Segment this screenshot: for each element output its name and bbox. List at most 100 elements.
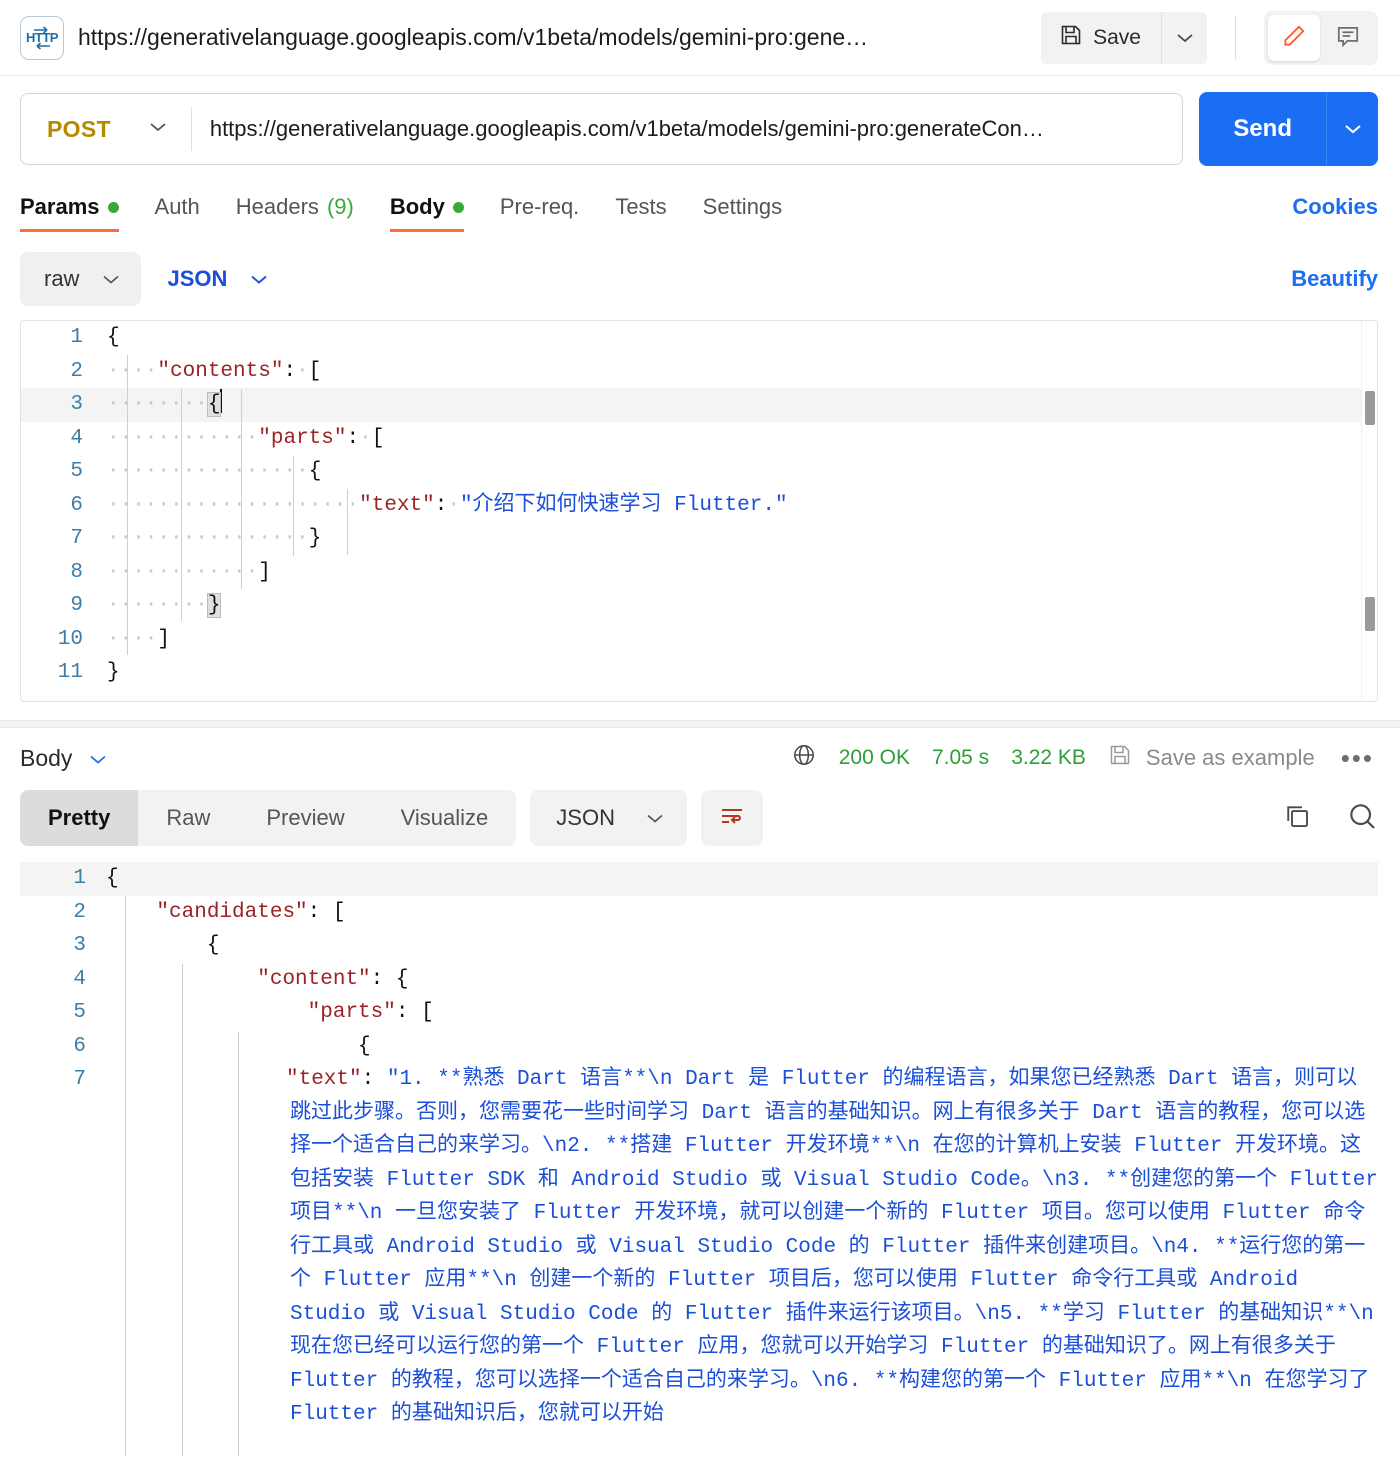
response-code-line: 2 "candidates": [ — [20, 896, 1378, 930]
code-token: "text" — [359, 493, 435, 517]
code-token: } — [308, 527, 322, 550]
response-pane-divider[interactable] — [0, 720, 1400, 728]
code-token: ···· — [207, 493, 259, 517]
globe-icon — [791, 742, 817, 774]
pencil-icon-button[interactable] — [1268, 14, 1320, 61]
send-button-group: Send — [1199, 92, 1378, 166]
line-number: 11 — [57, 661, 83, 684]
save-button[interactable]: Save — [1041, 11, 1161, 64]
code-token: · — [447, 493, 460, 517]
code-token: ···· — [107, 359, 158, 383]
code-token: : — [346, 426, 360, 450]
request-code-line: 7 ················} — [21, 522, 1377, 556]
tab-prerequest[interactable]: Pre-req. — [482, 184, 597, 236]
code-token: } — [107, 661, 120, 684]
code-token: ···· — [207, 560, 259, 584]
params-modified-dot — [107, 201, 119, 213]
code-token: ···· — [258, 493, 309, 517]
body-type-row: raw JSON Beautify — [0, 236, 1400, 320]
line-number: 2 — [73, 900, 86, 924]
response-body-editor[interactable]: 1{2 "candidates": [3 {4 "content": {5 "p… — [20, 862, 1378, 1462]
chevron-down-icon — [645, 805, 665, 831]
response-size: 3.22 KB — [1011, 746, 1086, 769]
code-token: : — [283, 359, 297, 383]
beautify-link[interactable]: Beautify — [1291, 266, 1378, 292]
json-key-text: "text" — [286, 1068, 362, 1091]
url-input[interactable] — [191, 94, 1183, 164]
search-icon[interactable] — [1346, 800, 1378, 837]
code-token: ···· — [157, 460, 208, 483]
ellipsis-icon[interactable]: ••• — [1337, 743, 1374, 774]
code-token: : { — [370, 967, 409, 991]
request-editor-scroll: 1{2 ····"contents":·[3 ········{4 ·········… — [21, 321, 1377, 701]
code-token: { — [107, 326, 120, 349]
tab-auth[interactable]: Auth — [137, 184, 218, 236]
response-time: 7.05 s — [931, 746, 990, 769]
method-selector[interactable]: POST — [21, 94, 191, 164]
line-number: 10 — [57, 627, 83, 651]
body-mode-label: raw — [44, 266, 80, 291]
response-code-line: 6 { — [20, 1030, 1378, 1064]
code-text: } — [101, 656, 1377, 690]
body-mode-selector[interactable]: raw — [20, 252, 142, 306]
top-bar: HTTP https://generativelanguage.googleap… — [0, 0, 1400, 76]
indent-guide — [125, 896, 126, 1456]
body-format-selector[interactable]: JSON — [153, 252, 279, 306]
save-options-caret[interactable] — [1161, 11, 1207, 64]
send-options-caret[interactable] — [1326, 92, 1378, 166]
comment-icon — [1335, 23, 1361, 52]
code-token: ···· — [207, 527, 259, 550]
code-token: ] — [258, 560, 271, 584]
tab-preview[interactable]: Preview — [238, 790, 372, 846]
line-number: 3 — [70, 393, 83, 416]
comment-icon-button[interactable] — [1322, 15, 1374, 61]
response-body-selector[interactable]: Body — [20, 745, 108, 772]
tab-pretty[interactable]: Pretty — [20, 790, 139, 846]
save-as-example-button[interactable]: Save as example — [1108, 743, 1315, 773]
code-token: ···· — [157, 426, 208, 450]
cookies-link[interactable]: Cookies — [1292, 194, 1378, 236]
tab-params[interactable]: Params — [20, 184, 137, 236]
json-string-value: "1. **熟悉 Dart 语言**\n Dart 是 Flutter 的编程语… — [290, 1068, 1378, 1426]
tab-settings[interactable]: Settings — [685, 184, 801, 236]
code-token: ···· — [157, 393, 208, 416]
code-token: ···· — [258, 460, 309, 483]
indent-guide — [181, 389, 182, 621]
response-stats: 200 OK 7.05 s 3.22 KB Save as example ••… — [791, 742, 1374, 774]
tab-tests[interactable]: Tests — [597, 184, 684, 236]
postman-window: HTTP https://generativelanguage.googleap… — [0, 0, 1400, 1465]
response-code-line: 3 { — [20, 929, 1378, 963]
tab-visualize[interactable]: Visualize — [373, 790, 517, 846]
code-token: ···· — [207, 426, 259, 450]
word-wrap-icon — [718, 804, 746, 833]
response-format-selector[interactable]: JSON — [530, 790, 687, 846]
request-body-editor[interactable]: 1{2 ····"contents":·[3 ········{4 ·········… — [20, 320, 1378, 702]
code-text: "candidates": [ — [106, 896, 1378, 930]
request-code-line: 4 ············"parts":·[ — [21, 422, 1377, 456]
send-button[interactable]: Send — [1199, 92, 1326, 166]
request-editor-scroll-marker — [1365, 597, 1375, 631]
line-number: 3 — [73, 934, 86, 957]
request-code-line: 1{ — [21, 321, 1377, 355]
code-token: : [ — [307, 900, 346, 924]
tab-headers[interactable]: Headers (9) — [218, 184, 372, 236]
view-mode-toggle — [1264, 10, 1378, 65]
code-text: { — [106, 929, 1378, 963]
copy-icon[interactable] — [1282, 801, 1312, 836]
request-editor-scrollbar-thumb[interactable] — [1365, 391, 1375, 425]
code-token: [ — [371, 426, 385, 450]
tab-prerequest-label: Pre-req. — [499, 194, 580, 219]
line-number: 8 — [70, 560, 83, 584]
tab-body[interactable]: Body — [372, 184, 482, 236]
code-token: { — [206, 934, 220, 957]
toolbar-divider — [1235, 15, 1236, 60]
body-modified-dot — [452, 201, 464, 213]
code-token: ···· — [157, 493, 208, 517]
indent-guide — [238, 1032, 239, 1456]
request-editor-scrollbar-track[interactable] — [1361, 321, 1377, 701]
word-wrap-button[interactable] — [700, 790, 763, 846]
headers-count: (9) — [326, 194, 354, 219]
tab-raw[interactable]: Raw — [138, 790, 238, 846]
pencil-icon — [1281, 23, 1307, 52]
